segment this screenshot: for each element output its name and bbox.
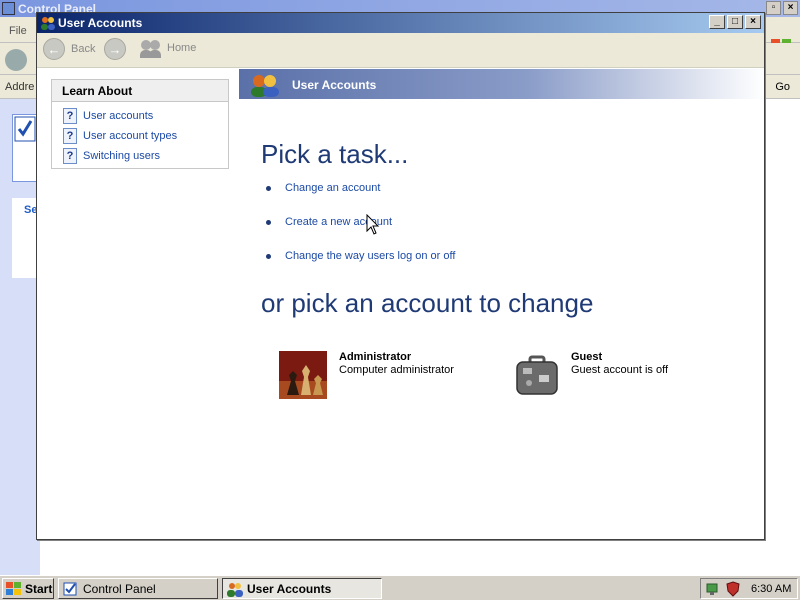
- learn-about-header: Learn About: [52, 80, 228, 102]
- chess-picture: [279, 351, 327, 399]
- back-label: Back: [71, 43, 96, 55]
- security-shield-icon[interactable]: [725, 580, 741, 597]
- account-name: Guest: [571, 351, 603, 363]
- background-restore-button[interactable]: ▫: [766, 1, 781, 15]
- learn-item-label: User account types: [83, 130, 178, 142]
- user-accounts-icon: [41, 17, 55, 30]
- go-button[interactable]: Go: [775, 81, 790, 93]
- taskbar-button-label: User Accounts: [247, 581, 332, 596]
- back-button[interactable]: ← Back: [43, 38, 95, 60]
- clock: 6:30 AM: [751, 582, 792, 595]
- learn-about-box: Learn About ? User accounts ? User accou…: [51, 79, 229, 169]
- taskbar: Start Control Panel User Accounts 6:30 A…: [0, 575, 800, 600]
- account-name: Administrator: [339, 351, 412, 363]
- pick-account-heading: or pick an account to change: [261, 288, 594, 318]
- taskbar-button-label: Control Panel: [83, 581, 156, 596]
- banner-title: User Accounts: [292, 78, 377, 92]
- taskbar-button-user-accounts[interactable]: User Accounts: [222, 578, 382, 599]
- user-accounts-banner: User Accounts: [239, 69, 764, 99]
- user-accounts-window: User Accounts _ □ × ← Back → Home Learn …: [36, 12, 765, 540]
- learn-item-label: User accounts: [83, 110, 154, 122]
- navigation-bar: ← Back → Home: [37, 33, 764, 68]
- account-description: Guest account is off: [571, 364, 669, 376]
- pick-task-heading: Pick a task...: [261, 139, 409, 169]
- maximize-button[interactable]: □: [727, 15, 743, 29]
- task-list: Change an account Create a new account C…: [265, 182, 455, 284]
- background-close-button[interactable]: ×: [783, 1, 798, 15]
- window-title: User Accounts: [58, 16, 143, 30]
- help-icon: ?: [63, 108, 77, 124]
- account-guest[interactable]: Guest Guest account is off: [515, 351, 668, 397]
- window-controls: _ □ ×: [709, 15, 761, 29]
- close-button[interactable]: ×: [745, 15, 761, 29]
- help-icon: ?: [63, 128, 77, 144]
- minimize-button[interactable]: _: [709, 15, 725, 29]
- right-pane: User Accounts Pick a task... Change an a…: [239, 69, 764, 539]
- mouse-cursor-icon: [366, 214, 380, 235]
- learn-item-switching-users[interactable]: ? Switching users: [52, 146, 228, 166]
- account-administrator[interactable]: Administrator Computer administrator: [279, 351, 454, 399]
- help-icon: ?: [63, 148, 77, 164]
- task-create-new-account[interactable]: Create a new account: [265, 216, 455, 250]
- bullet-icon: [266, 186, 271, 191]
- back-arrow-icon: ←: [43, 38, 65, 60]
- learn-item-user-account-types[interactable]: ? User account types: [52, 126, 228, 146]
- checklist-icon: [14, 116, 36, 142]
- start-label: Start: [25, 581, 53, 596]
- network-icon[interactable]: [705, 581, 721, 597]
- task-label: Change the way users log on or off: [285, 250, 456, 262]
- bullet-icon: [266, 254, 271, 259]
- title-bar[interactable]: User Accounts _ □ ×: [37, 13, 764, 33]
- suitcase-picture: [516, 355, 558, 395]
- taskbar-button-control-panel[interactable]: Control Panel: [58, 578, 218, 599]
- address-label: Addre: [5, 81, 35, 93]
- control-panel-icon: [63, 582, 77, 595]
- windows-flag-icon: [6, 581, 21, 595]
- home-label: Home: [167, 42, 197, 54]
- background-window-controls: ▫ ×: [766, 1, 798, 15]
- start-button[interactable]: Start: [2, 578, 54, 599]
- learn-item-label: Switching users: [83, 150, 161, 162]
- bullet-icon: [266, 220, 271, 225]
- user-accounts-icon: [251, 75, 279, 97]
- task-change-logon[interactable]: Change the way users log on or off: [265, 250, 455, 284]
- home-button[interactable]: Home: [139, 38, 196, 58]
- forward-button[interactable]: →: [104, 38, 126, 60]
- learn-item-user-accounts[interactable]: ? User accounts: [52, 106, 228, 126]
- left-pane: Learn About ? User accounts ? User accou…: [37, 69, 239, 539]
- control-panel-icon: [2, 2, 15, 15]
- home-users-icon: [139, 38, 163, 58]
- task-change-account[interactable]: Change an account: [265, 182, 455, 216]
- account-description: Computer administrator: [339, 364, 454, 376]
- user-accounts-icon: [227, 582, 243, 597]
- task-label: Change an account: [285, 182, 381, 194]
- background-back-icon[interactable]: [5, 49, 27, 71]
- system-tray: 6:30 AM: [700, 578, 798, 599]
- forward-arrow-icon: →: [104, 38, 126, 60]
- menu-file[interactable]: File: [9, 25, 27, 37]
